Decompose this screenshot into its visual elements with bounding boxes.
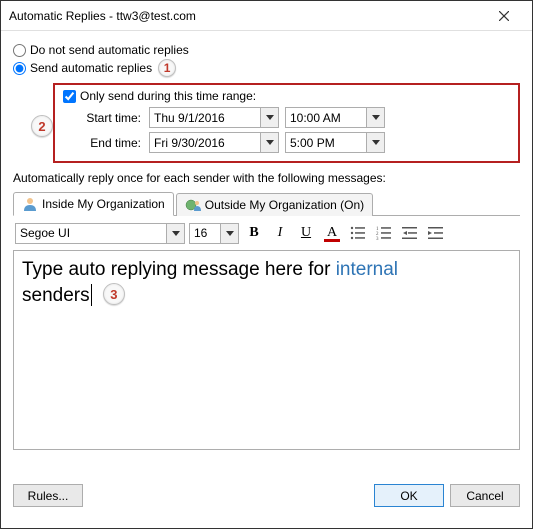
radio-dont-send[interactable]: Do not send automatic replies (13, 43, 520, 57)
titlebar: Automatic Replies - ttw3@test.com (1, 1, 532, 31)
editor-text: Type auto replying message here for (22, 259, 336, 280)
editor-text-blue: internal (336, 259, 398, 280)
font-color-button[interactable]: A (321, 222, 343, 244)
callout-3: 3 (103, 283, 125, 305)
font-family-combo[interactable]: Segoe UI (15, 223, 185, 244)
chevron-down-icon[interactable] (166, 224, 184, 243)
indent-icon (428, 225, 444, 241)
chevron-down-icon[interactable] (366, 108, 384, 127)
close-button[interactable] (484, 2, 524, 30)
chevron-down-icon[interactable] (260, 108, 278, 127)
end-time-value: 5:00 PM (286, 136, 366, 150)
text-cursor (91, 284, 92, 306)
close-icon (499, 11, 509, 21)
editor-text-line2: senders (22, 285, 90, 306)
start-time-value: 10:00 AM (286, 111, 366, 125)
person-icon (22, 196, 38, 212)
numbered-list-button[interactable]: 123 (373, 222, 395, 244)
numbered-list-icon: 123 (376, 225, 392, 241)
window-title: Automatic Replies - ttw3@test.com (9, 9, 484, 23)
globe-person-icon (185, 197, 201, 213)
underline-button[interactable]: U (295, 222, 317, 244)
tab-inside-label: Inside My Organization (42, 197, 165, 211)
italic-button[interactable]: I (269, 222, 291, 244)
message-editor[interactable]: Type auto replying message here for inte… (13, 250, 520, 450)
svg-text:3: 3 (376, 237, 379, 241)
only-send-checkbox-row[interactable]: Only send during this time range: (63, 89, 510, 103)
dialog-footer: Rules... OK Cancel (13, 476, 520, 507)
radio-send[interactable]: Send automatic replies 1 (13, 59, 520, 77)
bold-button[interactable]: B (243, 222, 265, 244)
start-time-combo[interactable]: 10:00 AM (285, 107, 385, 128)
cancel-button[interactable]: Cancel (450, 484, 520, 507)
rules-button[interactable]: Rules... (13, 484, 83, 507)
time-range-box: 2 Only send during this time range: Star… (53, 83, 520, 163)
outdent-icon (402, 225, 418, 241)
editor-toolbar: Segoe UI 16 B I U A 123 (13, 216, 520, 250)
radio-send-input[interactable] (13, 62, 26, 75)
chevron-down-icon[interactable] (366, 133, 384, 152)
chevron-down-icon[interactable] (220, 224, 238, 243)
start-date-value: Thu 9/1/2016 (150, 111, 260, 125)
end-date-value: Fri 9/30/2016 (150, 136, 260, 150)
outdent-button[interactable] (399, 222, 421, 244)
radio-dont-send-label: Do not send automatic replies (30, 43, 189, 57)
end-time-combo[interactable]: 5:00 PM (285, 132, 385, 153)
font-family-value: Segoe UI (16, 226, 166, 240)
radio-dont-send-input[interactable] (13, 44, 26, 57)
start-date-combo[interactable]: Thu 9/1/2016 (149, 107, 279, 128)
end-time-label: End time: (63, 136, 143, 150)
font-size-value: 16 (190, 226, 220, 240)
callout-2: 2 (31, 115, 53, 137)
bullet-list-icon (350, 225, 366, 241)
end-date-combo[interactable]: Fri 9/30/2016 (149, 132, 279, 153)
radio-send-label: Send automatic replies (30, 61, 152, 75)
font-size-combo[interactable]: 16 (189, 223, 239, 244)
tab-inside-org[interactable]: Inside My Organization (13, 192, 174, 216)
callout-1: 1 (158, 59, 176, 77)
indent-button[interactable] (425, 222, 447, 244)
tab-outside-org[interactable]: Outside My Organization (On) (176, 193, 373, 216)
start-time-label: Start time: (63, 111, 143, 125)
tab-outside-label: Outside My Organization (On) (205, 198, 364, 212)
chevron-down-icon[interactable] (260, 133, 278, 152)
tabs: Inside My Organization Outside My Organi… (13, 191, 520, 216)
only-send-label: Only send during this time range: (80, 89, 256, 103)
only-send-checkbox[interactable] (63, 90, 76, 103)
ok-button[interactable]: OK (374, 484, 444, 507)
instruction-text: Automatically reply once for each sender… (13, 171, 520, 185)
bullet-list-button[interactable] (347, 222, 369, 244)
